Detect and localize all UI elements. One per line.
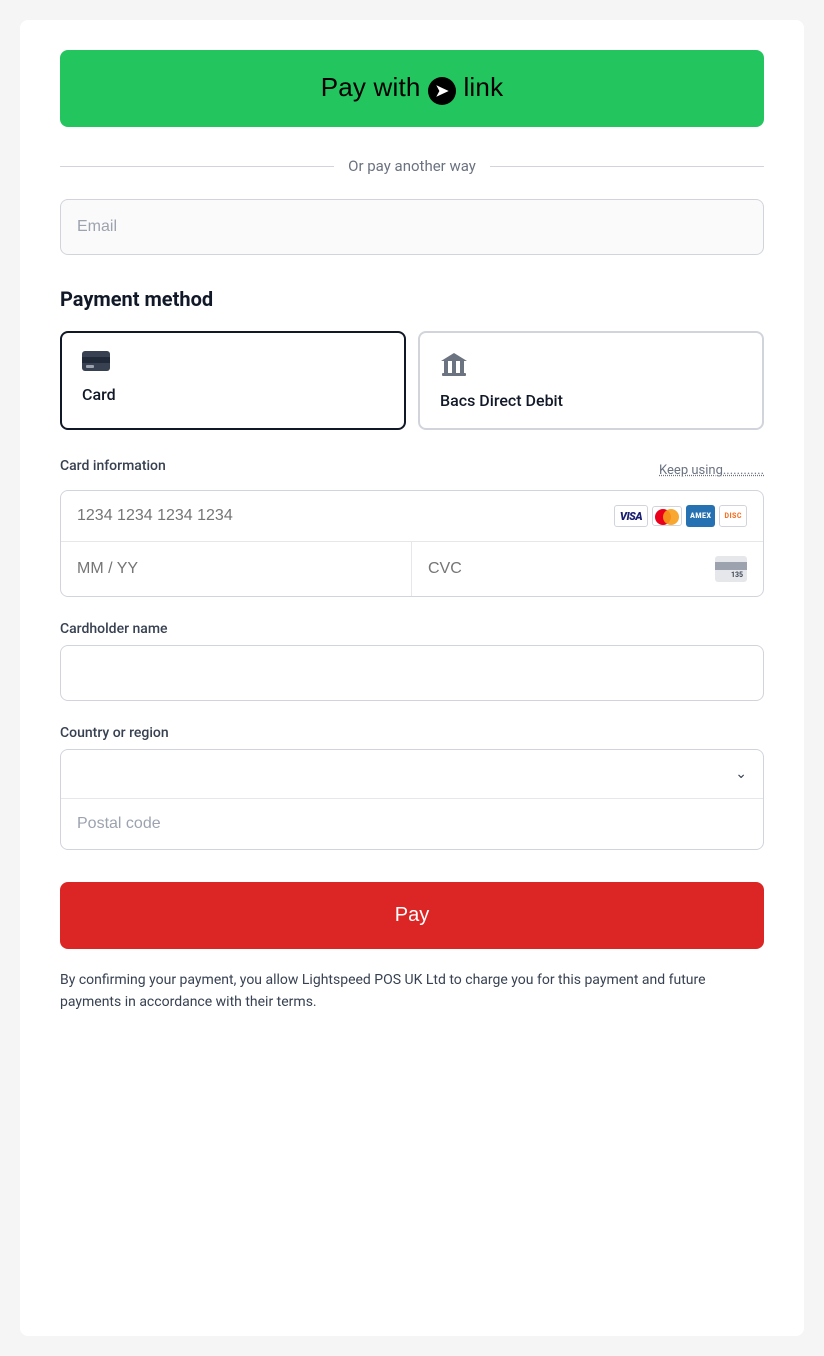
pay-with-label: Pay with (321, 72, 421, 102)
link-label: link (463, 72, 503, 102)
visa-icon: VISA (614, 505, 648, 527)
pay-button-label: Pay (395, 904, 429, 926)
link-arrow-icon: ➤ (428, 77, 456, 105)
cvc-card-icon: 135 (715, 556, 747, 582)
cvc-sample-number: 135 (731, 571, 743, 579)
divider: Or pay another way (60, 157, 764, 175)
mastercard-icon (652, 506, 682, 526)
cvc-field[interactable]: 135 (412, 542, 763, 596)
divider-line-right (490, 166, 764, 167)
pay-with-link-text: Pay with ➤ link (321, 72, 504, 105)
pay-with-link-button[interactable]: Pay with ➤ link (60, 50, 764, 127)
card-input-group: VISA AMEX DISC 1 (60, 490, 764, 597)
payment-method-section: Payment method Card (60, 287, 764, 430)
card-method-option[interactable]: Card (60, 331, 406, 430)
divider-line-left (60, 166, 334, 167)
cardholder-section: Cardholder name (60, 621, 764, 701)
card-number-input[interactable] (77, 507, 614, 525)
postal-code-input[interactable] (61, 799, 763, 849)
country-select-row[interactable]: ⌄ (61, 750, 763, 799)
chevron-down-icon: ⌄ (735, 766, 747, 782)
email-input[interactable] (60, 199, 764, 255)
payment-container: Pay with ➤ link Or pay another way Payme… (20, 20, 804, 1336)
mm-yy-input[interactable] (77, 560, 395, 578)
mm-yy-field[interactable] (61, 542, 412, 596)
card-info-label: Card information (60, 458, 166, 474)
cardholder-name-input[interactable] (60, 645, 764, 701)
keep-using-text: Keep using............ (659, 463, 764, 478)
card-method-label: Card (82, 385, 384, 404)
country-label: Country or region (60, 725, 764, 741)
amex-icon: AMEX (686, 505, 715, 527)
bacs-method-option[interactable]: Bacs Direct Debit (418, 331, 764, 430)
consent-text: By confirming your payment, you allow Li… (60, 969, 764, 1014)
bacs-method-label: Bacs Direct Debit (440, 391, 742, 410)
cvc-input[interactable] (428, 560, 715, 578)
divider-text: Or pay another way (348, 157, 476, 175)
cardholder-label: Cardholder name (60, 621, 764, 637)
country-section: Country or region ⌄ (60, 725, 764, 850)
payment-method-title: Payment method (60, 287, 764, 311)
card-icon (82, 351, 384, 377)
card-information-section: Card information Keep using............ … (60, 458, 764, 597)
card-info-header: Card information Keep using............ (60, 458, 764, 482)
bank-icon (440, 351, 742, 383)
card-number-row: VISA AMEX DISC (61, 491, 763, 542)
payment-method-options: Card Bacs Direct Debit (60, 331, 764, 430)
card-bottom-row: 135 (61, 542, 763, 596)
pay-button[interactable]: Pay (60, 882, 764, 949)
country-region-group: ⌄ (60, 749, 764, 850)
cvc-stripe (715, 562, 747, 570)
discover-icon: DISC (719, 505, 747, 527)
card-brands: VISA AMEX DISC (614, 505, 747, 527)
